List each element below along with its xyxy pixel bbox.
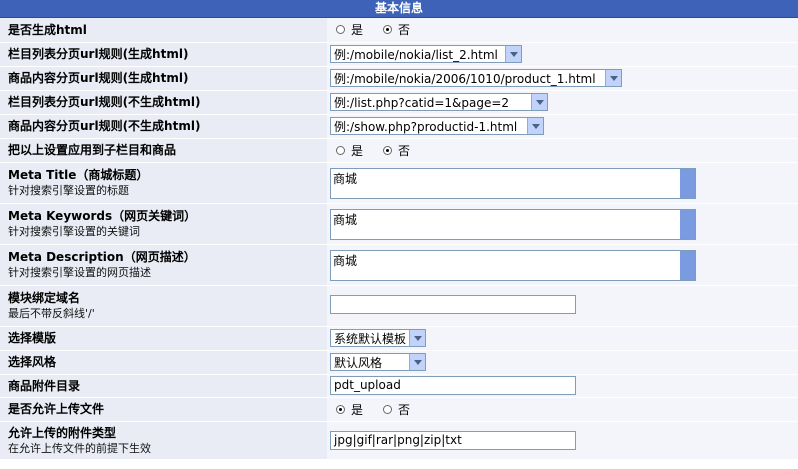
- radio-checked-icon: [383, 25, 393, 35]
- radio-checked-icon: [336, 404, 345, 414]
- chevron-down-icon: [409, 354, 425, 370]
- style-label: 选择风格: [8, 355, 57, 369]
- apply-children-label: 把以上设置应用到子栏目和商品: [8, 143, 177, 157]
- chevron-down-icon: [605, 70, 621, 86]
- template-select[interactable]: 系统默认模板: [330, 329, 426, 347]
- row-generate-html: 是否生成html 是 否: [0, 18, 798, 43]
- meta-keywords-hint: 针对搜索引擎设置的关键词: [8, 225, 140, 238]
- generate-html-yes-radio[interactable]: 是: [336, 21, 377, 38]
- allow-upload-label: 是否允许上传文件: [8, 402, 105, 416]
- product-url-nohtml-select[interactable]: 例:/show.php?productid-1.html: [330, 117, 544, 135]
- row-list-url-html: 栏目列表分页url规则(生成html) 例:/mobile/nokia/list…: [0, 42, 798, 67]
- module-domain-label: 模块绑定域名: [8, 291, 81, 305]
- row-list-url-nohtml: 栏目列表分页url规则(不生成html) 例:/list.php?catid=1…: [0, 90, 798, 115]
- row-apply-children: 把以上设置应用到子栏目和商品 是 否: [0, 138, 798, 163]
- row-allowed-types: 允许上传的附件类型 在允许上传文件的前提下生效 jpg|gif|rar|png|…: [0, 421, 798, 460]
- row-style: 选择风格 默认风格: [0, 350, 798, 375]
- textarea-scrollbar[interactable]: [680, 250, 695, 280]
- meta-title-textarea[interactable]: 商城: [330, 167, 696, 199]
- apply-children-yes-radio[interactable]: 是: [336, 142, 377, 159]
- allow-upload-yes-radio[interactable]: 是: [336, 401, 377, 418]
- list-url-nohtml-label: 栏目列表分页url规则(不生成html): [8, 95, 201, 109]
- module-domain-input[interactable]: [330, 294, 576, 314]
- radio-unchecked-icon: [383, 404, 393, 414]
- template-label: 选择模版: [8, 331, 57, 345]
- radio-checked-icon: [383, 145, 393, 155]
- row-meta-keywords: Meta Keywords（网页关键词） 针对搜索引擎设置的关键词 商城: [0, 203, 798, 245]
- allowed-types-input[interactable]: jpg|gif|rar|png|zip|txt: [330, 430, 576, 450]
- row-product-url-nohtml: 商品内容分页url规则(不生成html) 例:/show.php?product…: [0, 114, 798, 139]
- chevron-down-icon: [505, 46, 521, 62]
- row-module-domain: 模块绑定域名 最后不带反斜线'/': [0, 285, 798, 327]
- product-url-html-select[interactable]: 例:/mobile/nokia/2006/1010/product_1.html: [330, 69, 622, 87]
- attach-dir-input[interactable]: pdt_upload: [330, 376, 576, 395]
- chevron-down-icon: [409, 330, 425, 346]
- apply-children-no-radio[interactable]: 否: [383, 142, 424, 159]
- list-url-nohtml-select[interactable]: 例:/list.php?catid=1&page=2: [330, 93, 548, 111]
- style-select[interactable]: 默认风格: [330, 353, 426, 371]
- allow-upload-no-radio[interactable]: 否: [383, 401, 424, 418]
- allowed-types-hint: 在允许上传文件的前提下生效: [8, 441, 151, 455]
- row-template: 选择模版 系统默认模板: [0, 326, 798, 351]
- list-url-html-label: 栏目列表分页url规则(生成html): [8, 47, 189, 61]
- radio-unchecked-icon: [336, 145, 345, 155]
- apply-children-radio-group: 是 否: [336, 142, 798, 159]
- meta-title-label: Meta Title（商城标题）: [8, 168, 149, 182]
- module-domain-hint: 最后不带反斜线'/': [8, 307, 95, 320]
- row-meta-title: Meta Title（商城标题） 针对搜索引擎设置的标题 商城: [0, 162, 798, 204]
- meta-description-hint: 针对搜索引擎设置的网页描述: [8, 266, 151, 279]
- row-attach-dir: 商品附件目录 pdt_upload: [0, 374, 798, 398]
- meta-keywords-label: Meta Keywords（网页关键词）: [8, 209, 197, 223]
- row-allow-upload: 是否允许上传文件 是 否: [0, 397, 798, 422]
- meta-keywords-textarea[interactable]: 商城: [330, 208, 696, 240]
- textarea-scrollbar[interactable]: [680, 168, 695, 198]
- allowed-types-label: 允许上传的附件类型: [8, 425, 117, 440]
- generate-html-radio-group: 是 否: [336, 21, 798, 38]
- settings-panel: 基本信息 是否生成html 是 否 栏目列表分页url规则(生成html) 例:…: [0, 0, 798, 469]
- allow-upload-radio-group: 是 否: [336, 401, 798, 418]
- row-meta-description: Meta Description（网页描述） 针对搜索引擎设置的网页描述 商城: [0, 244, 798, 286]
- settings-form: 是否生成html 是 否 栏目列表分页url规则(生成html) 例:/mobi…: [0, 18, 798, 460]
- product-url-nohtml-label: 商品内容分页url规则(不生成html): [8, 119, 201, 133]
- generate-html-no-radio[interactable]: 否: [383, 21, 424, 38]
- meta-title-hint: 针对搜索引擎设置的标题: [8, 184, 129, 197]
- meta-description-label: Meta Description（网页描述）: [8, 250, 196, 264]
- chevron-down-icon: [527, 118, 543, 134]
- chevron-down-icon: [531, 94, 547, 110]
- radio-unchecked-icon: [336, 25, 345, 35]
- row-product-url-html: 商品内容分页url规则(生成html) 例:/mobile/nokia/2006…: [0, 66, 798, 91]
- meta-description-textarea[interactable]: 商城: [330, 249, 696, 281]
- product-url-html-label: 商品内容分页url规则(生成html): [8, 71, 189, 85]
- textarea-scrollbar[interactable]: [680, 209, 695, 239]
- section-header: 基本信息: [0, 0, 798, 18]
- attach-dir-label: 商品附件目录: [8, 378, 81, 393]
- generate-html-label: 是否生成html: [8, 22, 87, 37]
- list-url-html-select[interactable]: 例:/mobile/nokia/list_2.html: [330, 45, 522, 63]
